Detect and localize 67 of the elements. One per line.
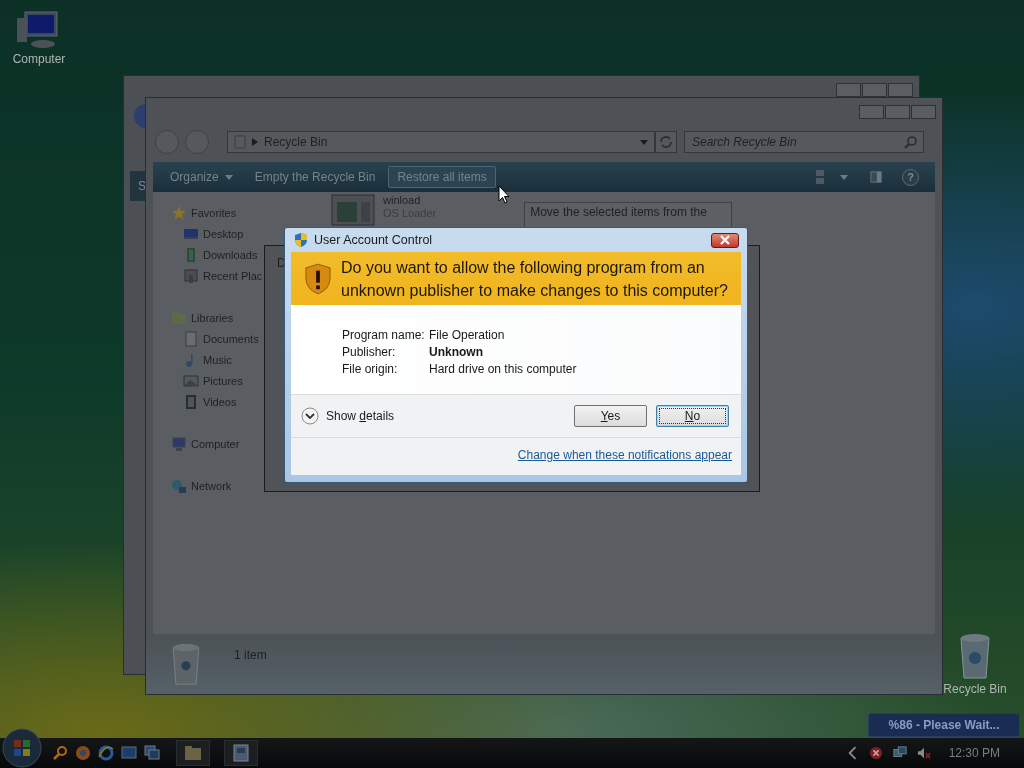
magnifier-icon[interactable]	[52, 745, 68, 761]
recycle-bin-icon[interactable]	[957, 632, 993, 680]
toolbar-text[interactable]: S	[138, 179, 146, 193]
document-icon	[183, 330, 199, 347]
file-name[interactable]: winload	[383, 194, 437, 207]
network-icon	[171, 477, 187, 494]
start-button[interactable]	[2, 728, 42, 768]
desktop-icon-label[interactable]: Computer	[12, 52, 66, 66]
maximize-button[interactable]	[885, 105, 910, 119]
security-alert-icon[interactable]	[868, 746, 883, 760]
folder-icon[interactable]	[184, 745, 202, 761]
tooltip: Move the selected items from the	[524, 202, 733, 228]
minimize-button[interactable]	[859, 105, 884, 119]
mouse-pointer-icon	[498, 185, 510, 204]
maximize-button[interactable]	[862, 83, 887, 97]
detail-value: Hard drive on this computer	[429, 361, 577, 376]
toolbar-button[interactable]: Empty the Recycle Bin	[245, 166, 385, 188]
computer-icon	[171, 435, 187, 452]
caret-icon[interactable]	[224, 174, 233, 180]
program-icon[interactable]	[233, 744, 249, 762]
address-bar[interactable]: Recycle Bin	[227, 131, 655, 153]
caret-icon[interactable]	[640, 139, 648, 145]
dialog-button[interactable]: Yes	[574, 405, 647, 427]
close-button[interactable]	[711, 232, 739, 248]
taskbar-button[interactable]	[176, 740, 210, 766]
detail-value: Unknown	[429, 344, 483, 359]
warning-shield-icon	[305, 262, 331, 295]
dialog-question: Do you want to allow the following program from an unknown publisher to make changes to this computer?	[341, 257, 729, 301]
libraries-icon	[171, 309, 187, 326]
detail-value: File Operation	[429, 327, 505, 342]
recent-places-icon	[183, 267, 199, 284]
network-icon[interactable]	[892, 746, 907, 760]
views-icon[interactable]	[814, 169, 826, 185]
toolbar-button[interactable]: Restore all items	[388, 166, 496, 188]
desktop-icon-label[interactable]: Recycle Bin	[943, 682, 1007, 696]
chevron-icon[interactable]	[252, 138, 258, 146]
film-icon	[183, 393, 199, 410]
nav-item[interactable]: Favorites	[153, 202, 301, 223]
detail-label: Publisher:	[342, 344, 397, 359]
search-field[interactable]: Search Recycle Bin	[684, 131, 924, 153]
dialog-title: User Account Control	[314, 233, 433, 247]
globe-icon[interactable]	[98, 745, 114, 761]
desktop-icon[interactable]	[121, 745, 137, 761]
shield-icon	[294, 232, 308, 248]
chevron-down-icon[interactable]	[301, 407, 319, 425]
help-button[interactable]: ?	[902, 168, 919, 186]
minimize-button[interactable]	[836, 83, 861, 97]
show-details-button[interactable]: Show details	[301, 407, 395, 425]
detail-label: File origin:	[342, 361, 399, 376]
settings-link[interactable]: Change when these notifications appear	[517, 448, 732, 462]
item-count: 1 item	[234, 648, 267, 662]
progress-notification: %86 - Please Wait...	[868, 713, 1020, 737]
star-icon	[171, 204, 187, 221]
preview-pane-icon[interactable]	[870, 169, 882, 185]
clock[interactable]: 12:30 PM	[948, 746, 1000, 760]
picture-icon	[183, 372, 199, 389]
caret-icon[interactable]	[840, 174, 848, 180]
organize-menu[interactable]: Organize	[161, 166, 242, 188]
browser-icon[interactable]	[75, 745, 91, 761]
windows-switch-icon[interactable]	[144, 745, 160, 761]
taskbar-button[interactable]	[224, 740, 258, 766]
muted-speaker-icon[interactable]	[916, 746, 931, 760]
search-icon[interactable]	[904, 135, 918, 149]
close-icon[interactable]	[720, 235, 730, 245]
dialog-button[interactable]: No	[656, 405, 729, 427]
detail-label: Program name:	[342, 327, 426, 342]
search-input[interactable]: Search Recycle Bin	[690, 134, 904, 150]
